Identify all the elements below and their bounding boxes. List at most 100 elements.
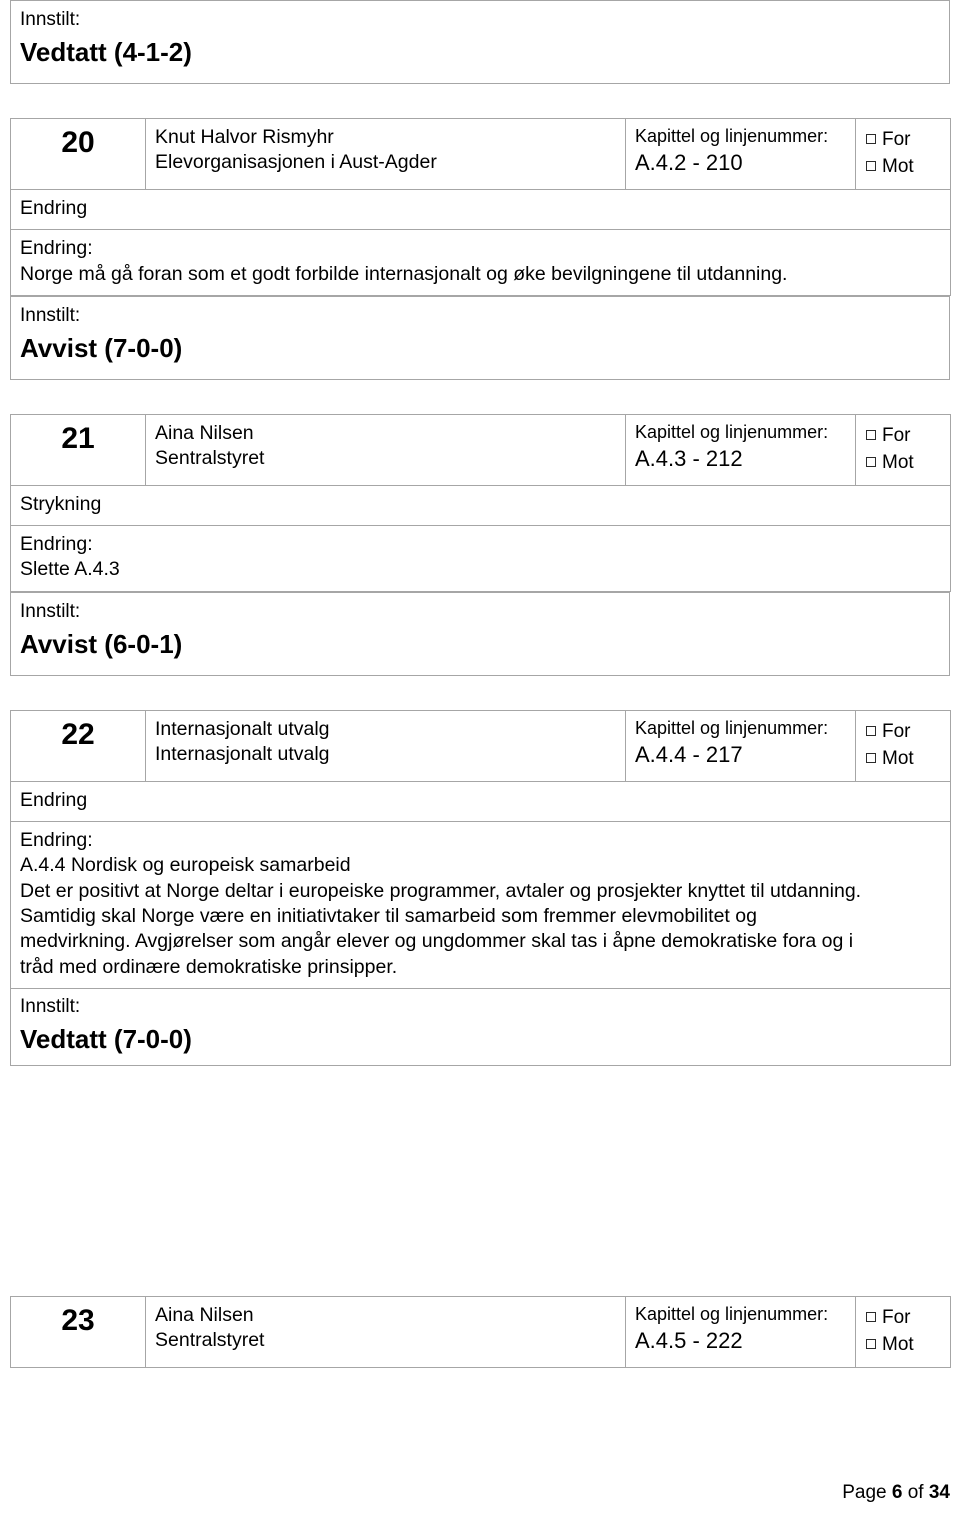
table-row: Innstilt: Vedtatt (7-0-0) (10, 988, 951, 1066)
vote-option-for[interactable]: For (866, 718, 941, 746)
chapter-cell: Kapittel og linjenummer: A.4.2 - 210 (625, 117, 856, 190)
change-label: Endring: (20, 237, 93, 260)
proposer-name: Internasjonalt utvalg (155, 717, 330, 740)
vote-option-against[interactable]: Mot (866, 449, 941, 477)
amendment-table-22: 22 Internasjonalt utvalg Internasjonalt … (10, 709, 951, 1066)
change-line: Norge må gå foran som et godt forbilde i… (20, 262, 788, 285)
change-label: Endring: (20, 533, 93, 556)
vote-option-for[interactable]: For (866, 126, 941, 154)
table-row: Innstilt: Avvist (6-0-1) (10, 591, 950, 676)
result-cell: Innstilt: Avvist (6-0-1) (10, 591, 950, 676)
vote-cell: For Mot (855, 1295, 951, 1368)
vote-for-label: For (882, 720, 911, 742)
table-row: Endring: Slette A.4.3 (10, 525, 951, 592)
vote-option-for[interactable]: For (866, 1304, 941, 1332)
chapter-value: A.4.3 - 212 (635, 446, 743, 472)
chapter-label: Kapittel og linjenummer: (635, 125, 829, 146)
checkbox-icon[interactable] (866, 133, 876, 144)
proposer-organization: Internasjonalt utvalg (155, 742, 330, 765)
table-row: Strykning (10, 484, 951, 527)
footer-total-pages: 34 (928, 1482, 950, 1504)
chapter-label: Kapittel og linjenummer: (635, 421, 829, 442)
chapter-label: Kapittel og linjenummer: (635, 717, 829, 738)
checkbox-icon[interactable] (866, 457, 876, 468)
checkbox-icon[interactable] (866, 429, 876, 440)
vote-option-against[interactable]: Mot (866, 745, 941, 773)
result-cell: Innstilt: Vedtatt (4-1-2) (10, 0, 950, 84)
result-cell: Innstilt: Vedtatt (7-0-0) (10, 988, 951, 1066)
amendment-type-label: Strykning (20, 492, 102, 515)
document-page: Innstilt: Vedtatt (4-1-2) 20 Knut Halvor… (0, 0, 960, 1521)
proposer-organization: Sentralstyret (155, 1329, 265, 1352)
amendment-type-cell: Endring (10, 188, 951, 231)
vote-cell: For Mot (855, 413, 951, 486)
table-row: Endring (10, 780, 951, 823)
chapter-label: Kapittel og linjenummer: (635, 1303, 829, 1324)
amendment-table-20: 20 Knut Halvor Rismyhr Elevorganisasjone… (10, 117, 951, 296)
checkbox-icon[interactable] (866, 1339, 876, 1350)
proposer-name: Aina Nilsen (155, 1303, 254, 1326)
amendment-text-cell: Endring: Norge må gå foran som et godt f… (10, 229, 951, 296)
table-row: Endring (10, 188, 951, 231)
proposer-organization: Sentralstyret (155, 447, 265, 470)
vote-cell: For Mot (855, 709, 951, 782)
table-row: Innstilt: Vedtatt (4-1-2) (10, 0, 950, 84)
vote-option-for[interactable]: For (866, 422, 941, 450)
amendment-number: 22 (10, 709, 146, 782)
chapter-cell: Kapittel og linjenummer: A.4.5 - 222 (625, 1295, 856, 1368)
table-row: 23 Aina Nilsen Sentralstyret Kapittel og… (10, 1295, 951, 1368)
change-label: Endring: (20, 829, 93, 852)
result-label: Innstilt: (20, 304, 81, 326)
footer-current-page: 6 (891, 1482, 903, 1504)
change-body: Slette A.4.3 (20, 557, 941, 582)
change-line: tråd med ordinære demokratiske prinsippe… (20, 955, 398, 978)
change-body: Norge må gå foran som et godt forbilde i… (20, 262, 941, 287)
change-line: Slette A.4.3 (20, 558, 120, 581)
proposer-cell: Internasjonalt utvalg Internasjonalt utv… (145, 709, 626, 782)
vote-option-against[interactable]: Mot (866, 153, 941, 181)
change-line: medvirkning. Avgjørelser som angår eleve… (20, 930, 854, 953)
chapter-value: A.4.4 - 217 (635, 741, 743, 767)
checkbox-icon[interactable] (866, 725, 876, 736)
result-label: Innstilt: (20, 996, 81, 1018)
chapter-cell: Kapittel og linjenummer: A.4.3 - 212 (625, 413, 856, 486)
vote-against-label: Mot (882, 156, 914, 178)
vote-for-label: For (882, 128, 911, 150)
proposer-organization: Elevorganisasjonen i Aust-Agder (155, 151, 437, 174)
amendment-number: 20 (10, 117, 146, 190)
result-label: Innstilt: (20, 9, 81, 30)
chapter-value: A.4.2 - 210 (635, 150, 743, 176)
chapter-cell: Kapittel og linjenummer: A.4.4 - 217 (625, 709, 856, 782)
checkbox-icon[interactable] (866, 1311, 876, 1322)
vote-against-label: Mot (882, 1334, 914, 1356)
amendment-table-23: 23 Aina Nilsen Sentralstyret Kapittel og… (10, 1295, 951, 1368)
change-body: A.4.4 Nordisk og europeisk samarbeid Det… (20, 853, 941, 980)
amendment-number: 23 (10, 1295, 146, 1368)
table-row: Endring: Norge må gå foran som et godt f… (10, 229, 951, 296)
checkbox-icon[interactable] (866, 753, 876, 764)
checkbox-icon[interactable] (866, 161, 876, 172)
vote-option-against[interactable]: Mot (866, 1331, 941, 1359)
result-cell: Innstilt: Avvist (7-0-0) (10, 295, 950, 380)
vote-cell: For Mot (855, 117, 951, 190)
amendment-type-label: Endring (20, 196, 88, 219)
result-label: Innstilt: (20, 600, 81, 622)
amendment-type-cell: Strykning (10, 484, 951, 527)
vote-against-label: Mot (882, 748, 914, 770)
amendment-table-21: 21 Aina Nilsen Sentralstyret Kapittel og… (10, 413, 951, 592)
result-verdict: Vedtatt (4-1-2) (20, 36, 192, 67)
table-row: 20 Knut Halvor Rismyhr Elevorganisasjone… (10, 117, 951, 190)
change-line: Det er positivt at Norge deltar i europe… (20, 879, 862, 902)
vote-for-label: For (882, 1306, 911, 1328)
table-row: 22 Internasjonalt utvalg Internasjonalt … (10, 709, 951, 782)
footer-prefix: Page (842, 1482, 892, 1504)
vote-against-label: Mot (882, 452, 914, 474)
proposer-cell: Knut Halvor Rismyhr Elevorganisasjonen i… (145, 117, 626, 190)
amendment-number: 21 (10, 413, 146, 486)
proposer-cell: Aina Nilsen Sentralstyret (145, 413, 626, 486)
page-footer: Page 6 of 34 (842, 1482, 950, 1505)
table-row: Innstilt: Avvist (7-0-0) (10, 295, 950, 380)
